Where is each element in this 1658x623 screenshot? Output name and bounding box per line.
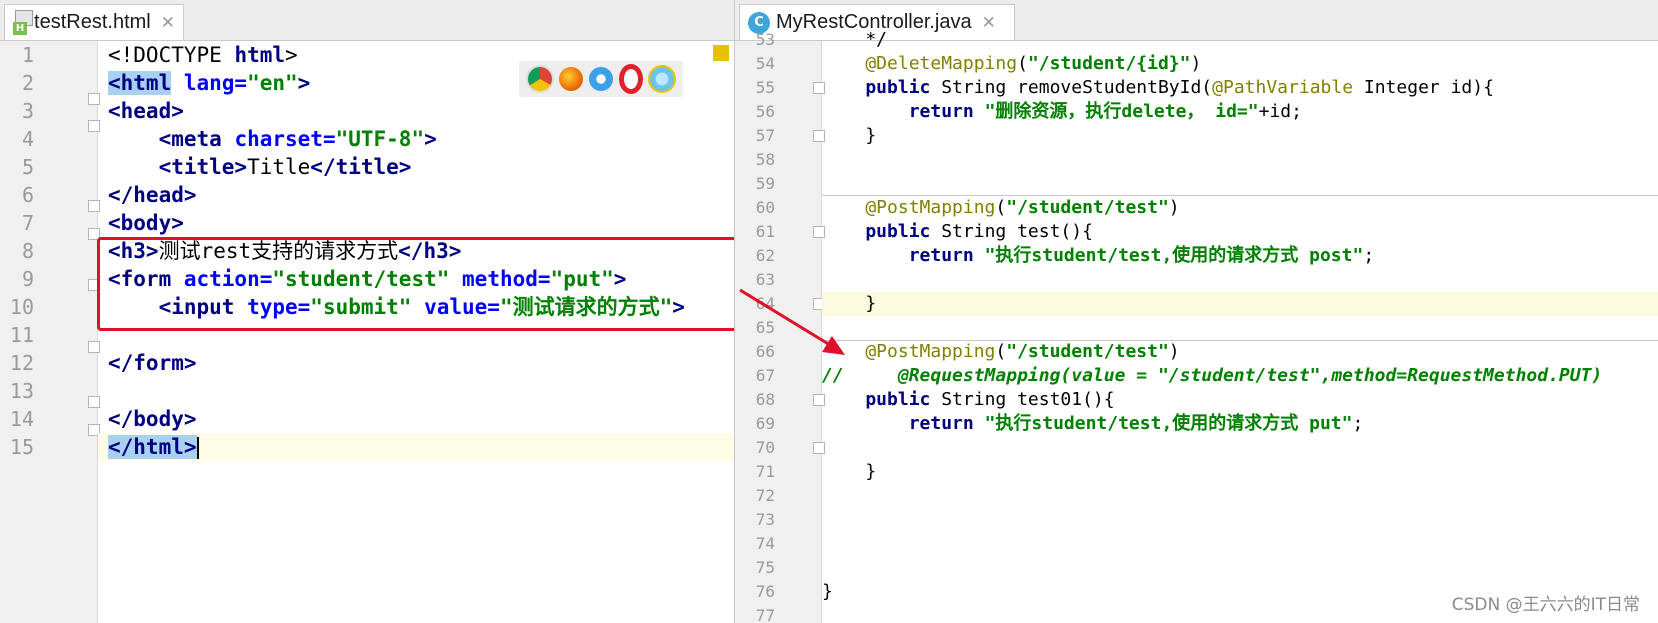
line-number: 59 — [755, 174, 775, 193]
code-line-71: } — [822, 461, 877, 482]
line-number: 70 — [755, 438, 775, 457]
code-line-61: public String test(){ — [822, 221, 1093, 242]
line-number: 10 — [9, 295, 34, 319]
line-number: 76 — [755, 582, 775, 601]
code-line-64: } — [822, 292, 1658, 316]
code-line-68: public String test01(){ — [822, 389, 1115, 410]
line-number: 60 — [755, 198, 775, 217]
line-number: 68 — [755, 390, 775, 409]
line-number: 64 — [755, 294, 775, 313]
line-number: 67 — [755, 366, 775, 385]
chrome-icon[interactable] — [525, 65, 554, 93]
left-tab-bar: H testRest.html ✕ — [0, 0, 734, 41]
code-line-8: <h3>测试rest支持的请求方式</h3> — [108, 239, 462, 263]
tab-title: testRest.html — [34, 11, 151, 33]
line-number: 65 — [755, 318, 775, 337]
line-number: 58 — [755, 150, 775, 169]
line-number: 55 — [755, 78, 775, 97]
line-number: 11 — [9, 323, 34, 347]
browser-preview-bar — [519, 61, 683, 97]
line-number: 72 — [755, 486, 775, 505]
code-line-62: return "执行student/test,使用的请求方式 post"; — [822, 245, 1375, 266]
line-number: 7 — [21, 211, 34, 235]
line-number: 3 — [21, 99, 34, 123]
line-number: 61 — [755, 222, 775, 241]
warning-marker-icon[interactable] — [713, 45, 729, 61]
line-number: 71 — [755, 462, 775, 481]
watermark: CSDN @王六六的IT日常 — [1451, 595, 1640, 615]
code-line-15: </html> — [98, 433, 734, 461]
code-line-9: <form action="student/test" method="put"… — [108, 267, 627, 291]
line-number: 74 — [755, 534, 775, 553]
code-line-4: <meta charset="UTF-8"> — [108, 127, 437, 151]
line-number: 75 — [755, 558, 775, 577]
code-line-3: <head> — [108, 99, 184, 123]
line-number-gutter: 1 2 3 4 5 6 7 8 9 10 11 12 13 14 15 — [0, 41, 100, 623]
ie-icon[interactable] — [648, 65, 677, 93]
code-line-55: public String removeStudentById(@PathVar… — [822, 77, 1494, 98]
line-number: 1 — [21, 43, 34, 67]
line-number: 56 — [755, 102, 775, 121]
code-line-66: @PostMapping("/student/test") — [822, 341, 1180, 362]
code-line-54: @DeleteMapping("/student/{id}") — [822, 53, 1202, 74]
code-line-12: </form> — [108, 351, 197, 375]
code-line-14: </body> — [108, 407, 197, 431]
line-number: 63 — [755, 270, 775, 289]
line-number: 2 — [21, 71, 34, 95]
html-file-icon: H — [13, 9, 33, 36]
line-number: 8 — [21, 239, 34, 263]
code-line-60: @PostMapping("/student/test") — [822, 197, 1180, 218]
code-line-7: <body> — [108, 211, 184, 235]
opera-icon[interactable] — [618, 64, 643, 94]
text-caret — [196, 437, 199, 459]
line-number-gutter: 53 54 55 56 57 58 59 60 61 62 63 64 65 66 67 68 69 70 71 72… — [735, 30, 825, 623]
tab-testrest-html[interactable]: H testRest.html ✕ — [4, 4, 184, 40]
line-number: 54 — [755, 54, 775, 73]
line-number: 73 — [755, 510, 775, 529]
line-number: 9 — [21, 267, 34, 291]
line-number: 77 — [755, 606, 775, 623]
code-line-6: </head> — [108, 183, 197, 207]
firefox-icon[interactable] — [559, 67, 584, 91]
line-number: 13 — [9, 379, 34, 403]
code-line-5: <title>Title</title> — [108, 155, 412, 179]
java-code-editor[interactable]: */ @DeleteMapping("/student/{id}") publi… — [822, 29, 1658, 623]
line-number: 66 — [755, 342, 775, 361]
line-number: 69 — [755, 414, 775, 433]
code-line-10: <input type="submit" value="测试请求的方式"> — [108, 295, 685, 319]
line-number: 62 — [755, 246, 775, 265]
code-line-57: } — [822, 125, 877, 146]
right-editor-pane: C MyRestController.java ✕ 53 54 55 56 57 58 59… — [735, 0, 1658, 623]
line-number: 57 — [755, 126, 775, 145]
code-line-67: // @RequestMapping(value = "/student/tes… — [822, 365, 1603, 386]
code-line-69: return "执行student/test,使用的请求方式 put"; — [822, 413, 1364, 434]
code-line-53: */ — [822, 29, 888, 50]
line-number: 6 — [21, 183, 34, 207]
code-line-56: return "删除资源，执行delete， id="+id; — [822, 101, 1302, 122]
line-number: 4 — [21, 127, 34, 151]
line-number: 15 — [9, 435, 34, 459]
line-number: 14 — [9, 407, 34, 431]
line-number: 12 — [9, 351, 34, 375]
html-code-editor[interactable]: <!DOCTYPE html> <html lang="en"> <head> … — [98, 41, 734, 623]
left-editor-pane: H testRest.html ✕ 1 2 3 4 5 6 7 8 9 10 11 12 13 14 15 … — [0, 0, 735, 623]
close-icon[interactable]: ✕ — [161, 13, 175, 33]
line-number: 5 — [21, 155, 34, 179]
line-number: 53 — [755, 30, 775, 49]
safari-icon[interactable] — [588, 67, 613, 91]
